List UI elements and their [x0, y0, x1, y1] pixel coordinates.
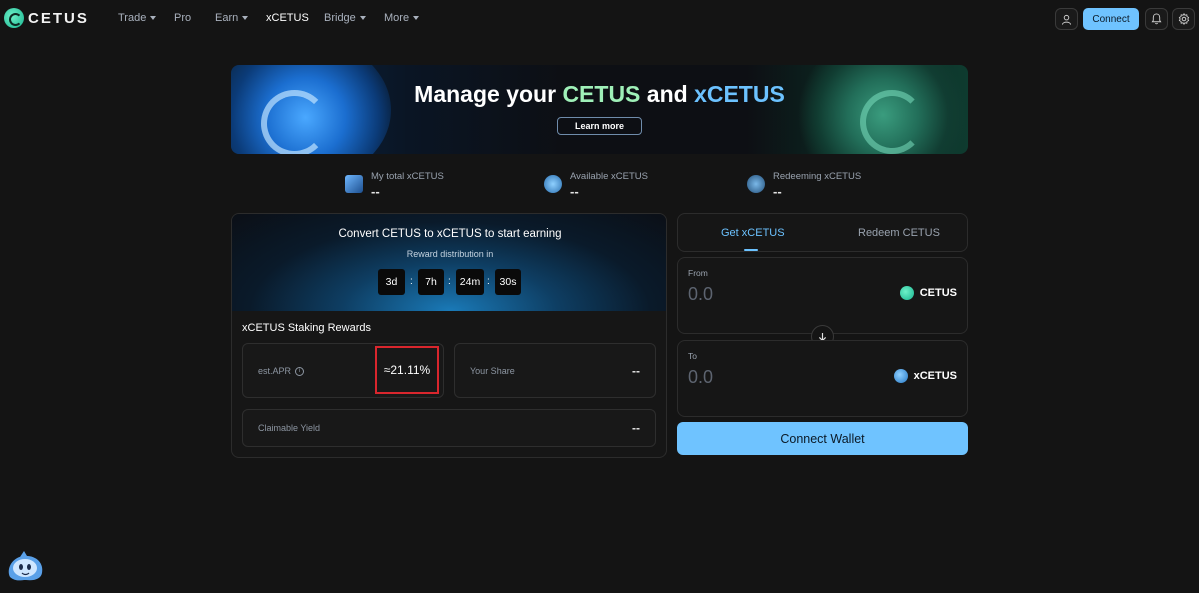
share-label: Your Share	[470, 366, 515, 376]
connect-button[interactable]: Connect	[1083, 8, 1139, 30]
stat-value: --	[773, 184, 782, 199]
promo-banner: Manage your CETUS and xCETUS Learn more	[231, 65, 968, 154]
tab-redeem-cetus[interactable]: Redeem CETUS	[858, 227, 940, 239]
learn-more-button[interactable]: Learn more	[557, 117, 642, 135]
from-label: From	[688, 268, 708, 278]
nav-earn-label: Earn	[215, 12, 239, 24]
stat-available-xcetus: Available xCETUS --	[544, 171, 648, 199]
mascot-icon[interactable]	[6, 549, 46, 583]
apr-label: est.APR	[258, 366, 292, 376]
nav-bridge-label: Bridge	[324, 12, 356, 24]
profile-button[interactable]	[1055, 8, 1078, 30]
staking-rewards-title: xCETUS Staking Rewards	[242, 322, 371, 334]
from-box: From 0.0 CETUS	[677, 257, 968, 334]
to-amount-input[interactable]: 0.0	[688, 367, 713, 388]
countdown-seconds: 30s	[495, 269, 521, 295]
reward-countdown-hero: Convert CETUS to xCETUS to start earning…	[232, 214, 666, 311]
nav-trade[interactable]: Trade	[118, 12, 157, 24]
countdown-hours: 7h	[418, 269, 444, 295]
to-token-display: xCETUS	[893, 369, 957, 383]
xcetus-token-icon	[893, 369, 908, 383]
chevron-down-icon	[150, 16, 157, 20]
yield-value: --	[632, 421, 640, 435]
redeem-icon	[747, 175, 765, 193]
nav-xcetus[interactable]: xCETUS	[266, 12, 309, 24]
nav-more[interactable]: More	[384, 12, 420, 24]
countdown-minutes: 24m	[456, 269, 484, 295]
blue-coin-illustration	[231, 65, 391, 154]
connect-wallet-button[interactable]: Connect Wallet	[677, 422, 968, 455]
active-tab-indicator	[744, 249, 758, 251]
to-box: To 0.0 xCETUS	[677, 340, 968, 417]
countdown-days: 3d	[378, 269, 405, 295]
cetus-token-icon	[899, 286, 914, 300]
apr-value: ≈21.11%	[383, 363, 431, 377]
stat-label: My total xCETUS	[371, 171, 444, 182]
apr-value-highlight: ≈21.11%	[375, 346, 439, 394]
staking-panel: Convert CETUS to xCETUS to start earning…	[231, 213, 667, 458]
nav-trade-label: Trade	[118, 12, 147, 24]
banner-title-prefix: Manage your	[414, 81, 563, 107]
settings-button[interactable]	[1172, 8, 1195, 30]
nav-earn[interactable]: Earn	[215, 12, 249, 24]
from-amount-input[interactable]: 0.0	[688, 284, 713, 305]
hero-subtitle: Reward distribution in	[406, 249, 494, 259]
wallet-icon	[345, 175, 363, 193]
coin-icon	[544, 175, 562, 193]
countdown-separator: :	[410, 276, 413, 287]
stat-total-xcetus: My total xCETUS --	[345, 171, 444, 199]
bell-icon	[1151, 13, 1162, 25]
yield-label: Claimable Yield	[258, 423, 321, 433]
nav-bridge[interactable]: Bridge	[324, 12, 366, 24]
brand-name: CETUS	[28, 9, 89, 27]
stat-redeeming-xcetus: Redeeming xCETUS --	[747, 171, 861, 199]
cetus-logo[interactable]: CETUS	[4, 8, 89, 28]
tab-get-xcetus[interactable]: Get xCETUS	[721, 227, 785, 239]
chevron-down-icon	[242, 16, 249, 20]
gear-icon	[1178, 13, 1189, 25]
nav-pro[interactable]: Pro	[174, 12, 191, 24]
stat-label: Available xCETUS	[570, 171, 648, 182]
info-icon[interactable]: i	[295, 366, 305, 376]
nav-xcetus-label: xCETUS	[266, 12, 309, 24]
banner-title-xcetus: xCETUS	[694, 81, 785, 107]
share-value: --	[632, 364, 640, 378]
from-token-symbol: CETUS	[919, 287, 957, 299]
countdown-separator: :	[448, 276, 451, 287]
nav-more-label: More	[384, 12, 410, 24]
countdown-separator: :	[487, 276, 490, 287]
notifications-button[interactable]	[1145, 8, 1168, 30]
cetus-logo-icon	[4, 8, 24, 28]
hero-title: Convert CETUS to xCETUS to start earning	[338, 228, 562, 240]
to-label: To	[688, 351, 697, 361]
to-token-symbol: xCETUS	[913, 370, 957, 382]
banner-title: Manage your CETUS and xCETUS	[231, 81, 968, 108]
nav-pro-label: Pro	[174, 12, 192, 24]
stat-label: Redeeming xCETUS	[773, 171, 862, 182]
your-share-card: Your Share --	[454, 343, 656, 398]
user-icon	[1061, 14, 1072, 25]
green-coin-illustration	[788, 65, 968, 154]
banner-title-and: and	[640, 81, 695, 107]
stat-value: --	[570, 184, 579, 199]
from-token-selector[interactable]: CETUS	[899, 286, 957, 300]
chevron-down-icon	[359, 16, 366, 20]
top-nav: CETUS Trade Pro Earn xCETUS Bridge More …	[0, 0, 1199, 38]
claimable-yield-card: Claimable Yield --	[242, 409, 656, 447]
swap-tabs: Get xCETUS Redeem CETUS	[677, 213, 968, 252]
banner-title-cetus: CETUS	[562, 81, 641, 107]
stat-value: --	[371, 184, 380, 199]
chevron-down-icon	[413, 16, 420, 20]
apr-label-row: est.APR i	[258, 366, 305, 376]
